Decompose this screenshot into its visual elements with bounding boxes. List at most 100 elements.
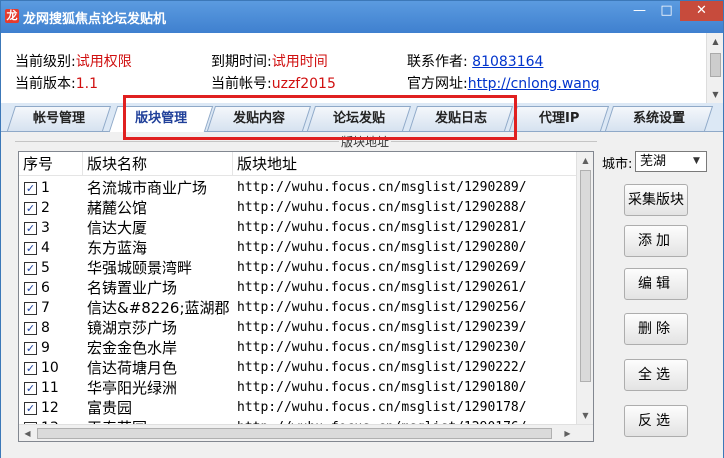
row-url: http://wuhu.focus.cn/msglist/1290289/: [237, 180, 527, 195]
scroll-thumb[interactable]: [580, 170, 591, 382]
table-row[interactable]: ✓ 2 赭麓公馆 http://wuhu.focus.cn/msglist/12…: [19, 198, 577, 218]
row-url: http://wuhu.focus.cn/msglist/1290280/: [237, 240, 527, 255]
col-name[interactable]: 版块名称: [83, 152, 233, 176]
board-list[interactable]: 序号 版块名称 版块地址 ✓ 1 名流城市商业广场 http://wuhu.fo…: [18, 151, 594, 442]
scroll-down-icon[interactable]: ▼: [577, 407, 593, 424]
row-checkbox[interactable]: ✓: [24, 282, 37, 295]
city-value: 芜湖: [640, 154, 667, 169]
row-name: 赭麓公馆: [87, 199, 148, 217]
edit-button[interactable]: 编辑: [624, 268, 688, 300]
app-logo-icon: 龙: [5, 9, 19, 23]
group-title: 版块地址: [339, 133, 392, 150]
row-url: http://wuhu.focus.cn/msglist/1290222/: [237, 360, 527, 375]
minimize-button[interactable]: —: [626, 1, 653, 21]
row-checkbox[interactable]: ✓: [24, 402, 37, 415]
window-title: 龙网搜狐焦点论坛发贴机: [23, 12, 167, 27]
select-all-button[interactable]: 全选: [624, 359, 688, 391]
add-button[interactable]: 添加: [624, 225, 688, 257]
row-name: 名铸置业广场: [87, 279, 178, 297]
account-info: 当前帐号:uzzf2015: [211, 73, 336, 93]
list-horizontal-scrollbar[interactable]: ◀ ▶: [19, 424, 593, 441]
table-row[interactable]: ✓ 8 镜湖京莎广场 http://wuhu.focus.cn/msglist/…: [19, 318, 577, 338]
account-label: 当前帐号:: [211, 76, 272, 92]
collect-board-button[interactable]: 采集版块: [624, 184, 688, 216]
table-row[interactable]: ✓ 3 信达大厦 http://wuhu.focus.cn/msglist/12…: [19, 218, 577, 238]
row-name: 信达大厦: [87, 219, 148, 237]
author-label: 联系作者:: [407, 54, 473, 70]
tab-post-content[interactable]: 发贴内容: [206, 106, 312, 131]
version-info: 当前版本:1.1: [15, 73, 98, 93]
row-checkbox[interactable]: ✓: [24, 362, 37, 375]
list-header: 序号 版块名称 版块地址: [19, 152, 577, 176]
table-row[interactable]: ✓ 11 华亭阳光绿洲 http://wuhu.focus.cn/msglist…: [19, 378, 577, 398]
site-label: 官方网址:: [407, 76, 468, 92]
author-link[interactable]: 81083164: [472, 54, 543, 70]
tab-board[interactable]: 版块管理: [108, 106, 214, 132]
table-row[interactable]: ✓ 6 名铸置业广场 http://wuhu.focus.cn/msglist/…: [19, 278, 577, 298]
scroll-up-icon[interactable]: ▲: [707, 33, 724, 50]
tab-settings[interactable]: 系统设置: [604, 106, 714, 131]
scroll-up-icon[interactable]: ▲: [577, 152, 593, 169]
tab-proxy-ip[interactable]: 代理IP: [508, 106, 610, 131]
row-name: 镜湖京莎广场: [87, 319, 178, 337]
row-name: 名流城市商业广场: [87, 179, 208, 197]
table-row[interactable]: ✓ 10 信达荷塘月色 http://wuhu.focus.cn/msglist…: [19, 358, 577, 378]
invert-selection-button[interactable]: 反选: [624, 405, 688, 437]
city-select[interactable]: 芜湖 ▼: [635, 151, 707, 172]
row-url: http://wuhu.focus.cn/msglist/1290180/: [237, 380, 527, 395]
table-row[interactable]: ✓ 7 信达&#8226;蓝湖郡 http://wuhu.focus.cn/ms…: [19, 298, 577, 318]
row-name: 信达&#8226;蓝湖郡: [87, 299, 230, 317]
table-row[interactable]: ✓ 4 东方蓝海 http://wuhu.focus.cn/msglist/12…: [19, 238, 577, 258]
title-bar[interactable]: 龙 龙网搜狐焦点论坛发贴机 — □ ✕: [1, 1, 723, 33]
expire-info: 到期时间:试用时间: [211, 51, 328, 71]
level-info: 当前级别:试用权限: [15, 51, 132, 71]
row-name: 华强城颐景湾畔: [87, 259, 193, 277]
city-label: 城市:: [602, 157, 633, 172]
row-checkbox[interactable]: ✓: [24, 382, 37, 395]
scroll-left-icon[interactable]: ◀: [19, 425, 36, 441]
list-vertical-scrollbar[interactable]: ▲ ▼: [576, 152, 593, 424]
row-url: http://wuhu.focus.cn/msglist/1290230/: [237, 340, 527, 355]
row-checkbox[interactable]: ✓: [24, 262, 37, 275]
level-label: 当前级别:: [15, 54, 76, 70]
tab-post-log[interactable]: 发贴日志: [408, 106, 514, 131]
col-seq[interactable]: 序号: [19, 152, 83, 176]
row-checkbox[interactable]: ✓: [24, 222, 37, 235]
row-checkbox[interactable]: ✓: [24, 202, 37, 215]
row-name: 华亭阳光绿洲: [87, 379, 178, 397]
table-row[interactable]: ✓ 9 宏金金色水岸 http://wuhu.focus.cn/msglist/…: [19, 338, 577, 358]
tab-forum-post[interactable]: 论坛发贴: [306, 106, 412, 131]
scroll-right-icon[interactable]: ▶: [559, 425, 576, 441]
version-value: 1.1: [75, 76, 98, 92]
scroll-thumb[interactable]: [37, 428, 552, 439]
row-checkbox[interactable]: ✓: [24, 342, 37, 355]
close-button[interactable]: ✕: [680, 1, 723, 21]
scroll-thumb[interactable]: [710, 53, 721, 77]
row-url: http://wuhu.focus.cn/msglist/1290239/: [237, 320, 527, 335]
info-scrollbar[interactable]: ▲ ▼: [706, 33, 723, 103]
row-name: 东方蓝海: [87, 239, 148, 257]
row-url: http://wuhu.focus.cn/msglist/1290261/: [237, 280, 527, 295]
row-name: 富贵园: [87, 399, 133, 417]
tab-account[interactable]: 帐号管理: [6, 106, 112, 131]
site-link[interactable]: http://cnlong.wang: [468, 76, 600, 92]
row-url: http://wuhu.focus.cn/msglist/1290178/: [237, 400, 527, 415]
row-checkbox[interactable]: ✓: [24, 322, 37, 335]
row-checkbox[interactable]: ✓: [24, 182, 37, 195]
row-checkbox[interactable]: ✓: [24, 302, 37, 315]
expire-label: 到期时间:: [211, 54, 272, 70]
table-row[interactable]: ✓ 5 华强城颐景湾畔 http://wuhu.focus.cn/msglist…: [19, 258, 577, 278]
maximize-button[interactable]: □: [653, 1, 680, 21]
chevron-down-icon[interactable]: ▼: [689, 153, 704, 170]
delete-button[interactable]: 删除: [624, 313, 688, 345]
col-url[interactable]: 版块地址: [233, 152, 577, 176]
row-url: http://wuhu.focus.cn/msglist/1290288/: [237, 200, 527, 215]
row-url: http://wuhu.focus.cn/msglist/1290269/: [237, 260, 527, 275]
account-info-panel: 当前级别:试用权限 到期时间:试用时间 联系作者: 81083164 当前版本:…: [1, 33, 723, 103]
row-url: http://wuhu.focus.cn/msglist/1290256/: [237, 300, 527, 315]
table-row[interactable]: ✓ 12 富贵园 http://wuhu.focus.cn/msglist/12…: [19, 398, 577, 418]
expire-value: 试用时间: [271, 54, 328, 70]
row-checkbox[interactable]: ✓: [24, 242, 37, 255]
scroll-down-icon[interactable]: ▼: [707, 86, 724, 103]
table-row[interactable]: ✓ 1 名流城市商业广场 http://wuhu.focus.cn/msglis…: [19, 178, 577, 198]
